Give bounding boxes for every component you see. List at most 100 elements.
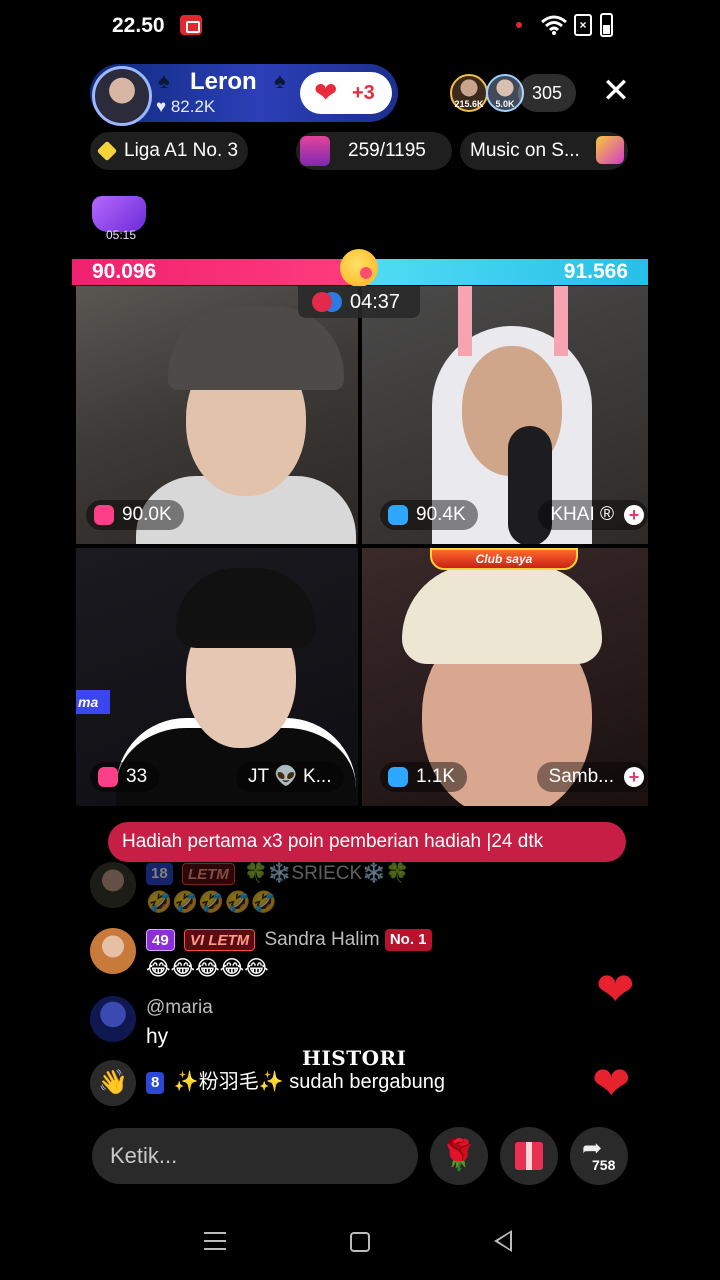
- guest-name[interactable]: KHAI ® +: [538, 500, 648, 530]
- top-viewer-score: 215.6K: [454, 99, 484, 109]
- nav-back-icon[interactable]: [494, 1230, 512, 1252]
- chat-username[interactable]: Sandra Halim: [264, 929, 379, 950]
- progress-label: 259/1195: [348, 140, 426, 161]
- chat-text: 🤣🤣🤣🤣🤣: [146, 891, 277, 914]
- battle-timer: 04:37: [298, 286, 420, 318]
- floating-heart-icon: ❤: [592, 1057, 631, 1109]
- plus-icon[interactable]: +: [624, 505, 644, 525]
- envelope-icon: [92, 196, 146, 232]
- nav-home-icon[interactable]: [350, 1232, 370, 1252]
- spade-icon: ♠: [158, 68, 170, 93]
- follow-count: +3: [352, 82, 375, 104]
- comment-input[interactable]: Ketik...: [92, 1128, 418, 1184]
- share-count: 758: [592, 1157, 616, 1173]
- battle-timer-value: 04:37: [350, 291, 401, 313]
- kiss-emoji-icon: [340, 249, 378, 287]
- fan-club: LETM: [208, 932, 250, 949]
- cap: [168, 306, 344, 390]
- gift-button[interactable]: [500, 1127, 558, 1185]
- chat-avatar[interactable]: [90, 996, 136, 1042]
- status-time: 22.50: [112, 14, 165, 37]
- event-timer-badge[interactable]: 05:15: [92, 192, 148, 244]
- rose-icon: 🌹: [440, 1139, 478, 1172]
- join-action: sudah bergabung: [289, 1071, 445, 1093]
- guest-camera-2[interactable]: 90.4K KHAI ® +: [362, 286, 648, 544]
- top-viewer-score: 5.0K: [495, 99, 515, 109]
- host-avatar[interactable]: [92, 66, 152, 126]
- diamond-icon: [96, 140, 118, 162]
- guest-score-value: 90.4K: [416, 504, 466, 525]
- system-nav-bar: [0, 1214, 720, 1270]
- viewer-count[interactable]: 305: [518, 74, 576, 112]
- gift-icon: [515, 1142, 543, 1170]
- notification-dot: [516, 22, 522, 28]
- guest-score: 33: [90, 762, 160, 792]
- chat-username[interactable]: @maria: [146, 997, 213, 1018]
- share-button[interactable]: ➦ 758: [570, 1127, 628, 1185]
- guest-name[interactable]: JT 👽 K...: [236, 762, 344, 792]
- league-label: Liga A1 No. 3: [124, 140, 239, 161]
- chat-header: 18 LETM 🍀❄️SRIECK❄️🍀: [146, 862, 409, 886]
- host-likes: ♥ 82.2K: [156, 97, 216, 116]
- host-name: Leron: [190, 68, 257, 95]
- history-label[interactable]: HISTORI: [302, 1046, 406, 1070]
- guest-name-label: KHAI ®: [550, 504, 614, 525]
- guest-camera-4[interactable]: Club saya 1.1K Samb... +: [362, 548, 648, 806]
- boxing-gloves-icon: [312, 292, 332, 312]
- guest-score: 1.1K: [380, 762, 468, 792]
- level-badge: 8: [146, 1071, 165, 1094]
- wave-icon: 👋: [90, 1060, 136, 1106]
- heart-icon: ❤: [314, 77, 338, 108]
- fan-badge: LETM: [181, 863, 235, 885]
- treasure-chest-icon: [300, 136, 330, 166]
- battery-icon: [600, 13, 613, 37]
- chat-username[interactable]: 🍀❄️SRIECK❄️🍀: [244, 863, 409, 884]
- join-text: 8 ✨粉羽毛✨ sudah bergabung: [146, 1070, 445, 1094]
- guest-score-value: 33: [126, 766, 148, 787]
- club-banner: Club saya: [430, 548, 578, 570]
- nav-menu-icon[interactable]: [204, 1232, 226, 1250]
- guest-camera-1[interactable]: 90.0K: [76, 286, 358, 544]
- progress-tag[interactable]: 259/1195: [296, 132, 452, 170]
- guest-camera-3[interactable]: ma 33 JT 👽 K...: [76, 548, 358, 806]
- guest-score-value: 1.1K: [416, 766, 456, 787]
- chat-avatar[interactable]: [90, 928, 136, 974]
- side-tag: ma: [76, 690, 110, 714]
- event-timer-text: 05:15: [106, 228, 137, 242]
- music-gift-icon: [596, 136, 624, 164]
- guest-name[interactable]: Samb... +: [536, 762, 648, 792]
- guest-score-value: 90.0K: [122, 504, 172, 525]
- battle-score-bar: 90.096 91.566: [72, 249, 648, 287]
- chat-header: @maria: [146, 996, 213, 1020]
- person-hair: [176, 568, 316, 648]
- music-label: Music on S...: [470, 140, 580, 161]
- close-icon[interactable]: ✕: [600, 74, 632, 108]
- follow-button[interactable]: ❤ +3: [300, 72, 392, 114]
- league-tag[interactable]: Liga A1 No. 3: [90, 132, 248, 170]
- fan-level: VI: [189, 932, 205, 949]
- score-right-value: 91.566: [563, 260, 628, 283]
- guest-name-label: JT 👽 K...: [248, 766, 332, 787]
- screen-record-icon: [180, 15, 202, 35]
- score-left-value: 90.096: [92, 260, 157, 283]
- score-badge-icon: [388, 505, 408, 525]
- score-badge-icon: [94, 505, 114, 525]
- rank-badge: No. 1: [384, 929, 432, 951]
- rose-gift-button[interactable]: 🌹: [430, 1127, 488, 1185]
- spade-icon: ♠: [274, 68, 286, 93]
- guest-score: 90.0K: [86, 500, 184, 530]
- level-badge: 49: [146, 929, 175, 951]
- music-tag[interactable]: Music on S...: [460, 132, 628, 170]
- top-viewer-avatar[interactable]: 215.6K: [450, 74, 488, 112]
- gift-bonus-banner[interactable]: Hadiah pertama x3 poin pemberian hadiah …: [108, 822, 626, 862]
- floating-heart-icon: ❤: [596, 963, 635, 1015]
- chat-avatar[interactable]: [90, 862, 136, 908]
- host-info[interactable]: ♠ Leron ♠ ♥ 82.2K ❤ +3: [90, 64, 398, 126]
- guest-score: 90.4K: [380, 500, 478, 530]
- fan-badge: VI LETM: [183, 929, 256, 951]
- join-username[interactable]: ✨粉羽毛✨: [174, 1071, 284, 1093]
- chat-header: 49 VI LETM Sandra Halim No. 1: [146, 928, 436, 952]
- plus-icon[interactable]: +: [624, 767, 644, 787]
- wifi-icon: [541, 15, 567, 35]
- chat-text: 😂😂😂😂😂: [146, 957, 269, 980]
